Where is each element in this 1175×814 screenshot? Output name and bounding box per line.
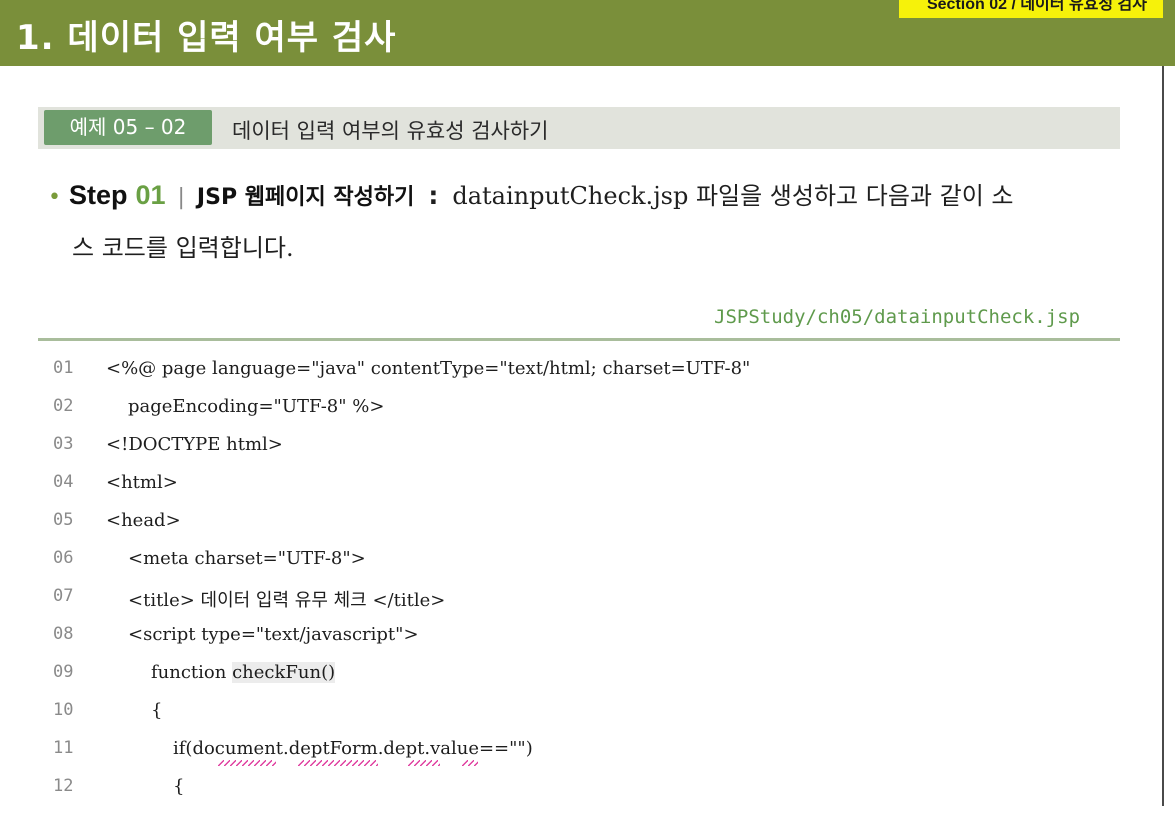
spellcheck-underline — [298, 760, 378, 766]
code-line: 08 <script type="text/javascript"> — [0, 624, 1160, 662]
line-code: <meta charset="UTF-8"> — [128, 548, 366, 569]
example-badge: 예제 05 – 02 — [44, 110, 212, 145]
line-number: 05 — [53, 510, 74, 530]
step-separator: | — [177, 185, 185, 210]
step-description-continued: 스 코드를 입력합니다. — [72, 234, 294, 262]
spellcheck-underline — [408, 760, 440, 766]
line-code: <head> — [106, 510, 181, 531]
code-line: 11 if(document.deptForm.dept.value=="") — [0, 738, 1160, 776]
section-tag: Section 02 / 데이터 유효성 검사 — [898, 0, 1163, 18]
line-code: <html> — [106, 472, 178, 493]
line-code: <title> 데이터 입력 유무 체크 </title> — [128, 590, 446, 611]
line-number: 03 — [53, 434, 74, 454]
step-heading: JSP 웹페이지 작성하기 — [196, 185, 415, 210]
code-line: 03 <!DOCTYPE html> — [0, 434, 1160, 472]
step-colon: : — [428, 181, 439, 210]
path-divider — [38, 338, 1120, 341]
spellcheck-underline — [218, 760, 276, 766]
line-code: if(document.deptForm.dept.value=="") — [173, 738, 533, 759]
highlighted-function-name: checkFun() — [232, 662, 336, 683]
line-code: <script type="text/javascript"> — [128, 624, 419, 645]
code-line: 01 <%@ page language="java" contentType=… — [0, 358, 1160, 396]
line-number: 08 — [53, 624, 74, 644]
page-title: 1. 데이터 입력 여부 검사 — [16, 18, 397, 58]
line-number: 01 — [53, 358, 74, 378]
file-path: JSPStudy/ch05/datainputCheck.jsp — [714, 306, 1081, 328]
line-code: { — [151, 700, 163, 721]
code-keyword: function — [151, 662, 233, 683]
code-line: 09 function checkFun() — [0, 662, 1160, 700]
code-line: 12 { — [0, 776, 1160, 814]
line-code: <!DOCTYPE html> — [106, 434, 283, 455]
code-line: 05 <head> — [0, 510, 1160, 548]
line-code: function checkFun() — [151, 662, 336, 683]
line-number: 06 — [53, 548, 74, 568]
step-instruction: • Step 01 | JSP 웹페이지 작성하기: datainputCheck.js… — [48, 176, 1128, 211]
line-number: 10 — [53, 700, 74, 720]
line-code: <%@ page language="java" contentType="te… — [106, 358, 751, 379]
line-code: { — [173, 776, 185, 797]
code-line: 07 <title> 데이터 입력 유무 체크 </title> — [0, 586, 1160, 624]
code-line: 02 pageEncoding="UTF-8" %> — [0, 396, 1160, 434]
code-line: 06 <meta charset="UTF-8"> — [0, 548, 1160, 586]
line-number: 11 — [53, 738, 74, 758]
step-description: datainputCheck.jsp 파일을 생성하고 다음과 같이 소 — [452, 182, 1014, 210]
line-code: pageEncoding="UTF-8" %> — [128, 396, 385, 417]
step-number: 01 — [135, 180, 166, 210]
line-number: 12 — [53, 776, 74, 796]
line-number: 04 — [53, 472, 74, 492]
step-word: Step — [68, 180, 128, 210]
bullet-icon: • — [48, 185, 61, 210]
page-edge-rule — [1162, 66, 1164, 806]
spellcheck-underline — [462, 760, 478, 766]
code-line: 04 <html> — [0, 472, 1160, 510]
code-line: 10 { — [0, 700, 1160, 738]
line-number: 07 — [53, 586, 74, 606]
line-number: 02 — [53, 396, 74, 416]
example-title: 데이터 입력 여부의 유효성 검사하기 — [232, 119, 549, 143]
line-number: 09 — [53, 662, 74, 682]
